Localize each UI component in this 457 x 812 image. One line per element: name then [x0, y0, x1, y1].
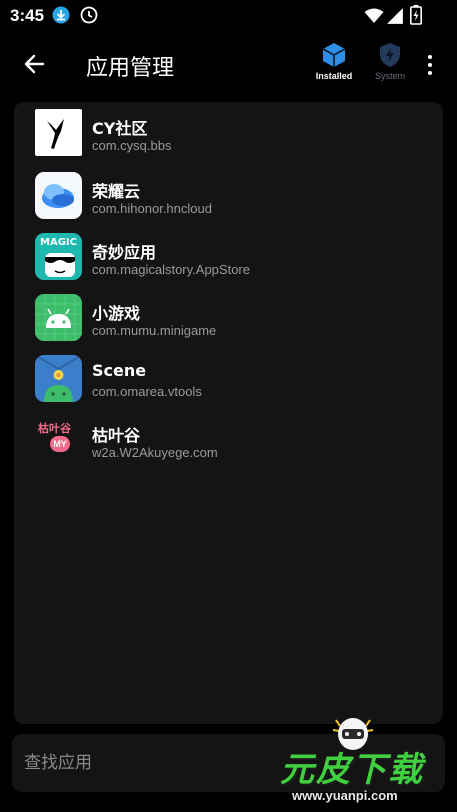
app-package: com.hihonor.hncloud: [92, 201, 212, 216]
list-item[interactable]: 荣耀云 com.hihonor.hncloud: [14, 163, 443, 224]
app-package: com.cysq.bbs: [92, 138, 172, 153]
honor-cloud-app-icon: [35, 172, 82, 219]
more-dot-icon: [428, 55, 432, 59]
app-package: com.omarea.vtools: [92, 384, 202, 399]
list-item[interactable]: CY社区 com.cysq.bbs: [14, 102, 443, 163]
watermark-brand: 元皮下载: [280, 750, 424, 790]
app-package: com.mumu.minigame: [92, 323, 217, 338]
kuyegu-app-icon: 枯叶谷 MY: [35, 416, 82, 463]
app-name: CY社区: [92, 119, 148, 138]
cy-community-app-icon: [35, 109, 82, 156]
app-bar: 应用管理 Installed System: [0, 34, 457, 96]
signal-icon: [387, 8, 403, 24]
scene-app-icon: [35, 355, 82, 402]
app-name: 奇妙应用: [92, 243, 157, 262]
tab-system[interactable]: System: [364, 42, 416, 88]
list-item[interactable]: 枯叶谷 MY 枯叶谷 w2a.W2Akuyege.com: [14, 407, 443, 468]
arrow-back-icon: [24, 54, 45, 74]
page-title: 应用管理: [86, 56, 175, 81]
shield-icon: [380, 43, 400, 67]
kuyegu-icon-badge: MY: [50, 436, 70, 452]
app-name: 小游戏: [92, 304, 141, 323]
more-dot-icon: [428, 63, 432, 67]
list-item[interactable]: MAGIC 奇妙应用 com.magicalstory.AppStore: [14, 224, 443, 285]
app-package: com.magicalstory.AppStore: [92, 262, 250, 277]
list-item[interactable]: Scene com.omarea.vtools: [14, 346, 443, 407]
app-name: Scene: [92, 361, 147, 380]
app-package: w2a.W2Akuyege.com: [92, 445, 218, 460]
wifi-icon: [364, 8, 384, 23]
app-list: CY社区 com.cysq.bbs 荣耀云 com.hihonor.hnclou…: [14, 102, 443, 724]
more-options-button[interactable]: [420, 50, 440, 80]
tab-installed[interactable]: Installed: [308, 42, 360, 88]
more-dot-icon: [428, 71, 432, 75]
magic-app-icon: MAGIC: [35, 233, 82, 280]
android-app-icon: [35, 294, 82, 341]
box-icon: [322, 43, 346, 67]
tab-system-label: System: [374, 71, 405, 81]
back-button[interactable]: [18, 48, 50, 80]
download-icon: [52, 6, 70, 24]
tab-installed-label: Installed: [315, 71, 353, 81]
list-item[interactable]: 小游戏 com.mumu.minigame: [14, 285, 443, 346]
search-input[interactable]: [24, 750, 284, 776]
app-name: 荣耀云: [92, 182, 141, 201]
watermark-url: www.yuanpi.com: [292, 788, 398, 803]
battery-charging-icon: [410, 5, 422, 25]
status-bar: 3:45: [0, 0, 457, 30]
watermark: 元皮下载 www.yuanpi.com: [272, 712, 457, 812]
app-name: 枯叶谷: [92, 426, 141, 445]
status-time: 3:45: [10, 6, 45, 25]
clock-icon: [80, 6, 98, 24]
kuyegu-icon-text: 枯叶谷: [38, 422, 71, 435]
